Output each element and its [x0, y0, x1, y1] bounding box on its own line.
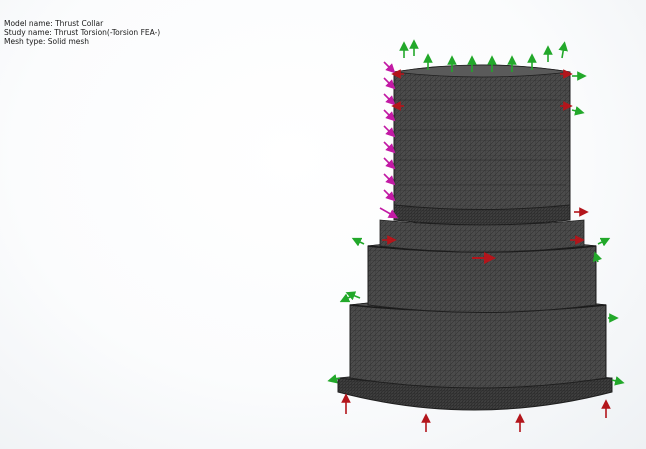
graphics-viewport[interactable] [0, 0, 646, 449]
torque-load-arrows[interactable] [379, 61, 399, 219]
thrust-collar-mesh-model[interactable] [337, 64, 613, 411]
